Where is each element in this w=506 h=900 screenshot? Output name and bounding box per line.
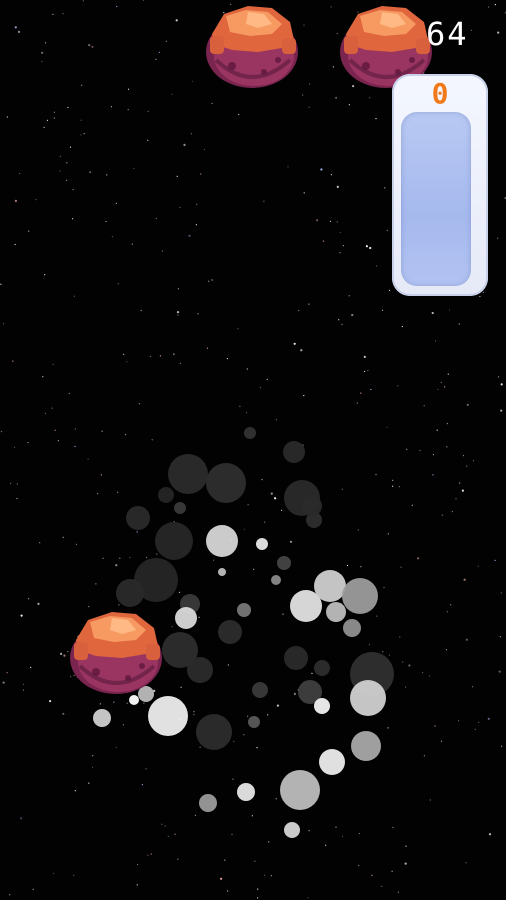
explosion-particle [174,502,186,514]
explosion-particle [248,716,260,728]
explosion-particle [206,525,238,557]
asteroid-sprite [70,612,162,694]
explosion-particle [218,620,242,644]
explosion-particle [175,607,197,629]
explosion-particle [277,556,291,570]
explosion-particle [158,487,174,503]
explosion-particle [129,695,139,705]
explosion-particle [314,660,330,676]
explosion-particle [237,603,251,617]
explosion-particle [342,578,378,614]
explosion-particle [326,602,346,622]
explosion-particle [93,709,111,727]
explosion-particle [302,496,322,516]
explosion-particle [351,731,381,761]
explosion-particle [350,680,386,716]
explosion-particle [284,646,308,670]
explosion-particle [218,568,226,576]
explosion-particle [155,522,193,560]
power-meter-fill [401,112,471,286]
explosion-particle [187,657,213,683]
explosion-particle [199,794,217,812]
power-meter-panel: 0 [392,74,488,296]
explosion-particle [319,749,345,775]
explosion-particle [343,619,361,637]
explosion-particle [168,454,208,494]
game-canvas[interactable]: 64 0 [0,0,506,900]
explosion-particle [314,570,346,602]
explosion-particle [284,822,300,838]
explosion-particle [148,696,188,736]
score-display: 64 [426,15,469,53]
explosion-particle [271,575,281,585]
panel-counter: 0 [431,77,449,110]
explosion-particle [237,783,255,801]
explosion-particle [256,538,268,550]
explosion-particle [196,714,232,750]
explosion-particle [252,682,268,698]
explosion-particle [206,463,246,503]
explosion-particle [314,698,330,714]
asteroid-icon[interactable] [202,0,302,90]
explosion-particle [283,441,305,463]
explosion-particle [280,770,320,810]
asteroid-sprite [206,6,298,88]
explosion-particle [126,506,150,530]
asteroid-icon[interactable] [66,600,166,696]
explosion-particle [244,427,256,439]
